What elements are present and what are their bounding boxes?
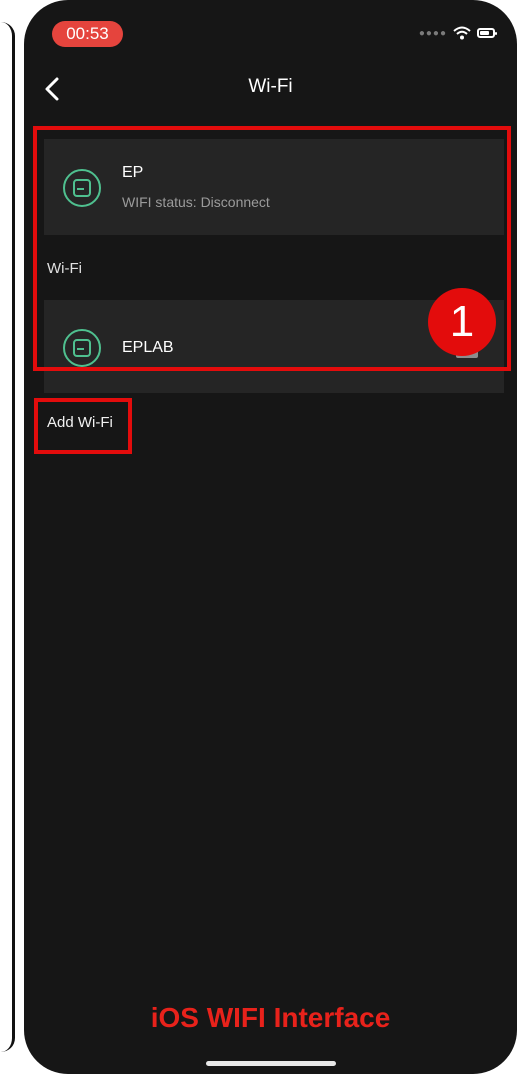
nav-bar: Wi-Fi — [24, 64, 517, 114]
home-indicator — [206, 1061, 336, 1066]
status-icons: ●●●● — [418, 26, 497, 40]
status-time: 00:53 — [52, 21, 123, 47]
battery-icon — [477, 28, 497, 38]
dots-signal-icon: ●●●● — [418, 27, 447, 39]
annotation-caption: iOS WIFI Interface — [150, 1002, 391, 1033]
status-bar: 00:53 ●●●● — [24, 0, 517, 56]
wifi-icon — [453, 26, 471, 40]
page-title: Wi-Fi — [248, 76, 293, 97]
annotation-badge: 1 — [428, 288, 496, 356]
annotation-box-add-wifi — [34, 398, 132, 454]
adjacent-phone-edge — [0, 22, 15, 1052]
